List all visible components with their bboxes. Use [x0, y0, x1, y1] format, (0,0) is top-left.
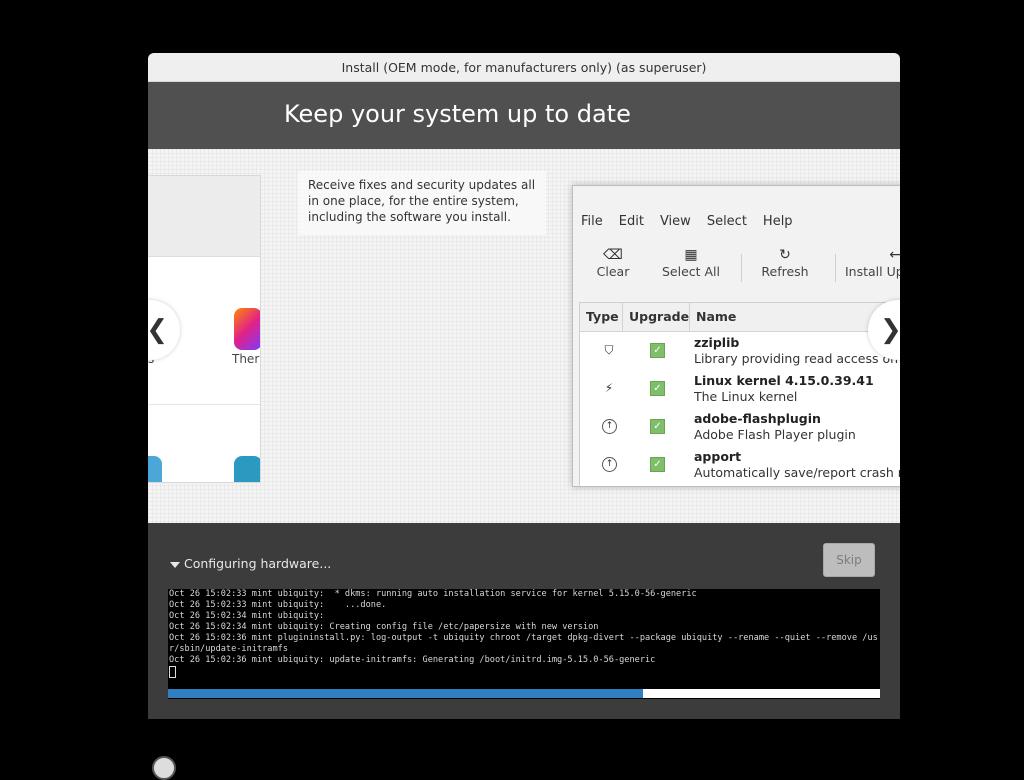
select-all-button: ▦ Select All — [661, 246, 721, 279]
refresh-button: ↻ Refresh — [759, 246, 811, 279]
upgrade-checkbox: ✓ — [650, 419, 665, 434]
package-name: Linux kernel 4.15.0.39.41 — [694, 373, 874, 388]
toolbar: ⌫ Clear ▦ Select All ↻ Refresh ← Install… — [573, 246, 900, 290]
select-all-icon: ▦ — [684, 247, 698, 263]
install-label: Install Up — [845, 264, 900, 279]
table-row: ⚡ ✓ Linux kernel 4.15.0.39.41 The Linux … — [580, 371, 900, 409]
page-title: Keep your system up to date — [284, 100, 631, 128]
install-icon: ← — [889, 247, 900, 263]
col-type: Type — [586, 309, 619, 324]
col-name: Name — [696, 309, 737, 324]
refresh-icon: ↻ — [779, 247, 791, 263]
preview-header — [148, 176, 260, 257]
menu-edit: Edit — [618, 214, 644, 229]
slideshow: s Ther Receive fixes and security update… — [148, 149, 900, 523]
menu-help: Help — [762, 214, 793, 229]
upgrade-checkbox: ✓ — [650, 381, 665, 396]
clear-icon: ⌫ — [603, 247, 623, 263]
window-titlebar[interactable]: Install (OEM mode, for manufacturers onl… — [148, 53, 900, 82]
table-row: ↑ ✓ apport Automatically save/report cra… — [580, 447, 900, 485]
chevron-left-icon: ❮ — [148, 315, 168, 345]
table-row: ↑ ✓ adobe-flashplugin Adobe Flash Player… — [580, 409, 900, 447]
skip-label: Skip — [836, 553, 862, 567]
install-log-terminal[interactable]: Oct 26 15:02:33 mint ubiquity: * dkms: r… — [168, 589, 880, 699]
distro-logo-icon — [152, 756, 176, 780]
clear-button: ⌫ Clear — [595, 246, 631, 279]
menubar: File Edit View Select Help — [581, 214, 793, 229]
slide-description-text: Receive fixes and security updates all i… — [308, 178, 536, 224]
updates-table: Type Upgrade Name ⛉ ✓ zziplib Library pr… — [579, 302, 900, 486]
col-separator — [622, 303, 623, 331]
upgrade-checkbox: ✓ — [650, 457, 665, 472]
progress-fill — [168, 689, 643, 698]
table-header: Type Upgrade Name — [580, 303, 900, 332]
upgrade-arrow-icon: ↑ — [602, 419, 617, 434]
package-desc: Library providing read access on Zi — [694, 351, 900, 366]
skip-button[interactable]: Skip — [823, 543, 875, 577]
table-row: ⛉ ✓ zziplib Library providing read acces… — [580, 333, 900, 371]
select-all-label: Select All — [661, 264, 721, 279]
shield-icon: ⛉ — [604, 343, 614, 357]
slide-description: Receive fixes and security updates all i… — [298, 171, 546, 235]
theme-app-icon — [234, 308, 260, 350]
preview-divider — [148, 404, 260, 405]
window-title: Install (OEM mode, for manufacturers onl… — [341, 59, 707, 75]
kernel-icon: ⚡ — [604, 381, 614, 395]
status-expander[interactable]: Configuring hardware... — [170, 556, 331, 571]
menu-select: Select — [706, 214, 747, 229]
app-icon-partial — [148, 456, 162, 482]
col-upgrade: Upgrade — [629, 309, 690, 324]
menu-view: View — [659, 214, 691, 229]
status-text: Configuring hardware... — [184, 556, 332, 571]
page-header: Keep your system up to date — [148, 82, 900, 149]
package-name: apport — [694, 449, 742, 464]
log-text: Oct 26 15:02:33 mint ubiquity: * dkms: r… — [169, 589, 878, 665]
install-updates-button: ← Install Up — [845, 246, 900, 279]
clear-label: Clear — [596, 264, 630, 279]
upgrade-checkbox: ✓ — [650, 343, 665, 358]
terminal-cursor — [169, 666, 176, 678]
upgrade-arrow-icon: ↑ — [602, 457, 617, 472]
install-log: Oct 26 15:02:33 mint ubiquity: * dkms: r… — [168, 589, 880, 679]
col-separator-2 — [689, 303, 690, 331]
package-name: zziplib — [694, 335, 740, 350]
package-desc: The Linux kernel — [694, 389, 798, 404]
package-desc: Automatically save/report crash repo — [694, 465, 900, 480]
app-icon-partial-2 — [234, 456, 260, 482]
update-manager-preview: File Edit View Select Help ⌫ Clear ▦ Sel… — [572, 185, 900, 487]
package-desc: Adobe Flash Player plugin — [694, 427, 856, 442]
expander-arrow-icon — [170, 561, 180, 568]
menu-file: File — [581, 214, 603, 229]
toolbar-separator — [741, 254, 742, 282]
installer-window: Install (OEM mode, for manufacturers onl… — [148, 53, 900, 719]
install-progress-bar — [168, 689, 880, 698]
chevron-right-icon: ❯ — [880, 315, 900, 345]
app-label-theme: Ther — [232, 352, 260, 366]
refresh-label: Refresh — [761, 264, 809, 279]
toolbar-separator-2 — [835, 254, 836, 282]
package-name: adobe-flashplugin — [694, 411, 821, 426]
